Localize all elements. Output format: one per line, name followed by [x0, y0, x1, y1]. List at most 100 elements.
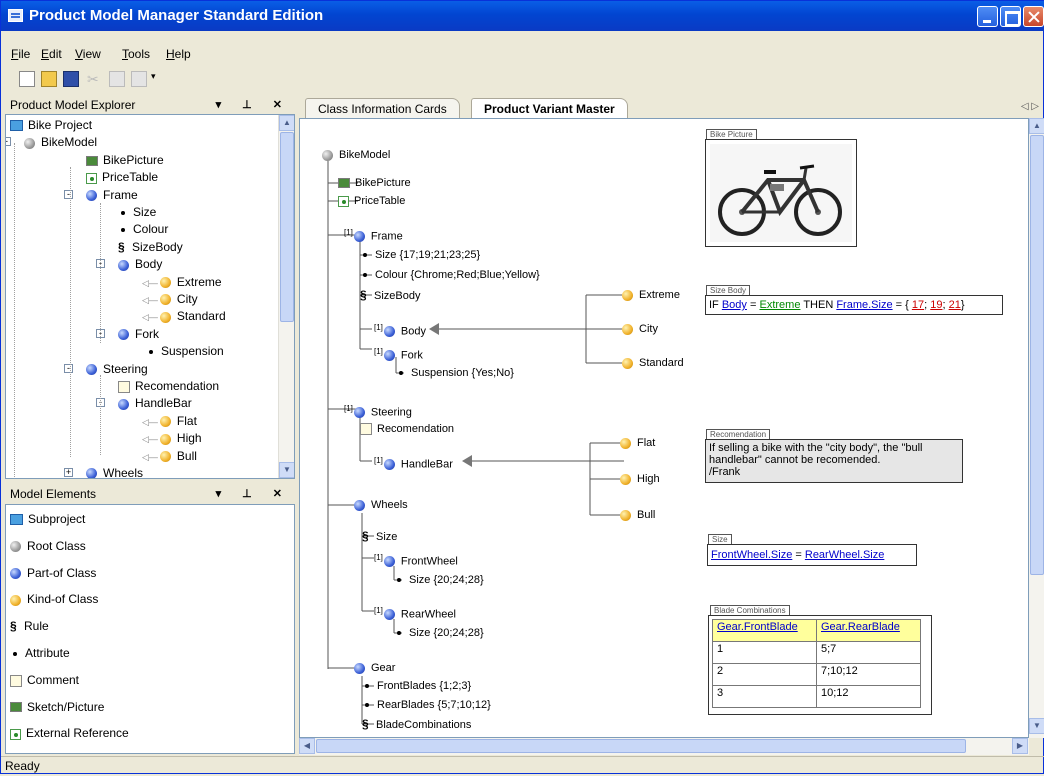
diagram-node-rearblades[interactable]: RearBlades {5;7;10;12} — [362, 697, 491, 713]
tree-node[interactable]: Fork — [118, 326, 159, 342]
cut-icon[interactable]: ✂ — [87, 71, 103, 87]
model-element-part-of-class[interactable]: Part-of Class — [10, 563, 96, 583]
diagram-node-frame_size[interactable]: Size {17;19;21;23;25} — [360, 247, 480, 263]
diagram-node-wheels[interactable]: Wheels — [354, 497, 408, 513]
canvas-vscroll-thumb[interactable] — [1030, 135, 1044, 575]
save-icon[interactable] — [63, 71, 79, 87]
tree-node[interactable]: Steering — [86, 361, 148, 377]
tree-node[interactable]: ◁— Extreme — [142, 274, 222, 290]
menu-view[interactable]: View — [75, 47, 101, 61]
scroll-down-icon[interactable]: ▼ — [279, 462, 294, 478]
diagram-node-suspension[interactable]: Suspension {Yes;No} — [396, 365, 514, 381]
tab-product-variant-master[interactable]: Product Variant Master — [471, 98, 628, 119]
diagram-node-city[interactable]: City — [622, 321, 658, 337]
rearwheel-size-link[interactable]: RearWheel.Size — [805, 549, 884, 561]
title-bar[interactable]: Product Model Manager Standard Edition — [1, 1, 1044, 31]
tree-node[interactable]: Body — [118, 256, 162, 272]
frontwheel-size-link[interactable]: FrontWheel.Size — [711, 549, 792, 561]
tree-node[interactable]: Wheels — [86, 465, 143, 478]
close-button[interactable] — [1023, 6, 1044, 27]
diagram-node-root[interactable]: BikeModel — [322, 147, 390, 163]
diagram-node-bikepicture[interactable]: BikePicture — [338, 175, 411, 191]
scroll-up-icon[interactable]: ▲ — [1029, 118, 1044, 134]
blade-combinations-table-note[interactable]: Gear.FrontBlade Gear.RearBlade 1 5;7 2 7;10;1… — [708, 615, 932, 715]
frame-size-link[interactable]: Frame.Size — [836, 299, 892, 311]
tree-node[interactable]: BikeModel — [24, 134, 97, 150]
tab-class-information-cards[interactable]: Class Information Cards — [305, 98, 460, 118]
scroll-left-icon[interactable]: ◀ — [299, 738, 315, 754]
diagram-node-bull[interactable]: Bull — [620, 507, 655, 523]
value-19[interactable]: 19 — [930, 299, 942, 311]
diagram-node-sizebody[interactable]: § SizeBody — [360, 287, 420, 303]
model-element-rule[interactable]: § Rule — [10, 616, 49, 636]
diagram-node-frontwheel[interactable]: [1] FrontWheel — [374, 550, 458, 568]
tree-node[interactable]: Bike Project — [10, 117, 92, 133]
recomendation-comment-note[interactable]: If selling a bike with the "city body", … — [705, 439, 963, 483]
collapse-icon[interactable]: - — [64, 189, 73, 199]
tree-node[interactable]: HandleBar — [118, 395, 192, 411]
diagram-node-steering[interactable]: [1] Steering — [344, 401, 412, 419]
value-17[interactable]: 17 — [912, 299, 924, 311]
value-21[interactable]: 21 — [949, 299, 961, 311]
elements-pane-buttons[interactable]: ▾ ⊥ ✕ — [216, 485, 291, 503]
tree-node[interactable]: PriceTable — [86, 169, 158, 185]
tree-node[interactable]: ◁— Standard — [142, 308, 226, 324]
bike-picture-note[interactable] — [705, 139, 857, 247]
copy-icon[interactable] — [109, 71, 125, 87]
maximize-button[interactable] — [1000, 6, 1021, 27]
body-link[interactable]: Body — [722, 299, 747, 311]
tree-node[interactable]: Frame — [86, 187, 138, 203]
extreme-link[interactable]: Extreme — [759, 299, 800, 311]
tree-node[interactable]: § SizeBody — [118, 239, 183, 255]
diagram-node-fork[interactable]: [1] Fork — [374, 344, 423, 362]
scroll-right-icon[interactable]: ▶ — [1012, 738, 1028, 754]
canvas-hscroll-thumb[interactable] — [316, 739, 966, 753]
model-element-attribute[interactable]: Attribute — [10, 643, 70, 663]
diagram-node-rearwheel[interactable]: [1] RearWheel — [374, 603, 456, 621]
paste-icon[interactable] — [131, 71, 147, 87]
diagram-node-frame_colour[interactable]: Colour {Chrome;Red;Blue;Yellow} — [360, 267, 540, 283]
menu-file[interactable]: File — [11, 47, 30, 61]
menu-tools[interactable]: Tools — [122, 47, 150, 61]
model-element-subproject[interactable]: Subproject — [10, 509, 85, 529]
explorer-scroll-thumb[interactable] — [280, 132, 294, 322]
tree-node[interactable]: ◁— High — [142, 430, 202, 446]
explorer-tree[interactable]: ▲ ▼ Bike Project BikeModel - BikePicture Pri… — [5, 114, 295, 479]
explorer-scrollbar[interactable]: ▲ ▼ — [278, 115, 294, 478]
diagram-node-handlebar[interactable]: [1] HandleBar — [374, 453, 453, 471]
diagram-node-gear[interactable]: Gear — [354, 660, 395, 676]
collapse-icon[interactable]: - — [64, 363, 73, 373]
canvas-vertical-scrollbar[interactable]: ▲ ▼ — [1029, 118, 1044, 738]
new-file-icon[interactable] — [19, 71, 35, 87]
table-header-cell[interactable]: Gear.RearBlade — [816, 619, 921, 642]
diagram-node-frontwheel_size[interactable]: Size {20;24;28} — [394, 572, 484, 588]
tree-node[interactable]: ◁— Bull — [142, 448, 197, 464]
menu-help[interactable]: Help — [166, 47, 191, 61]
scroll-down-icon[interactable]: ▼ — [1029, 718, 1044, 734]
diagram-node-rearwheel_size[interactable]: Size {20;24;28} — [394, 625, 484, 641]
diagram-node-wheels_size[interactable]: § Size — [362, 528, 397, 544]
diagram-canvas[interactable]: BikeModel BikePicture PriceTable [1] Frame Si… — [299, 118, 1029, 738]
diagram-node-body[interactable]: [1] Body — [374, 320, 426, 338]
tree-node[interactable]: BikePicture — [86, 152, 164, 168]
tree-node[interactable]: ◁— Flat — [142, 413, 197, 429]
app-icon[interactable] — [8, 9, 23, 22]
canvas-horizontal-scrollbar[interactable]: ◀ ▶ — [299, 738, 1029, 755]
diagram-node-extreme[interactable]: Extreme — [622, 287, 680, 303]
tree-node[interactable]: Colour — [118, 221, 168, 237]
open-folder-icon[interactable] — [41, 71, 57, 87]
model-element-comment[interactable]: Comment — [10, 670, 79, 690]
diagram-node-recomendation[interactable]: Recomendation — [360, 421, 454, 437]
tree-node[interactable]: Recomendation — [118, 378, 219, 394]
tree-node[interactable]: ◁— City — [142, 291, 198, 307]
expand-icon[interactable]: + — [64, 468, 73, 477]
tab-scroll-arrows-icon[interactable]: ◁ ▷ — [1021, 101, 1039, 112]
menu-edit[interactable]: Edit — [41, 47, 62, 61]
diagram-node-frame[interactable]: [1] Frame — [344, 225, 403, 243]
sizebody-rule-note[interactable]: IF Body = Extreme THEN Frame.Size = { 17… — [705, 295, 1003, 315]
tree-node[interactable]: Suspension — [146, 343, 224, 359]
model-element-kind-of-class[interactable]: Kind-of Class — [10, 589, 98, 609]
size-rule-note[interactable]: FrontWheel.Size = RearWheel.Size — [707, 544, 917, 566]
scroll-up-icon[interactable]: ▲ — [279, 115, 294, 131]
collapse-icon[interactable]: - — [6, 137, 11, 147]
